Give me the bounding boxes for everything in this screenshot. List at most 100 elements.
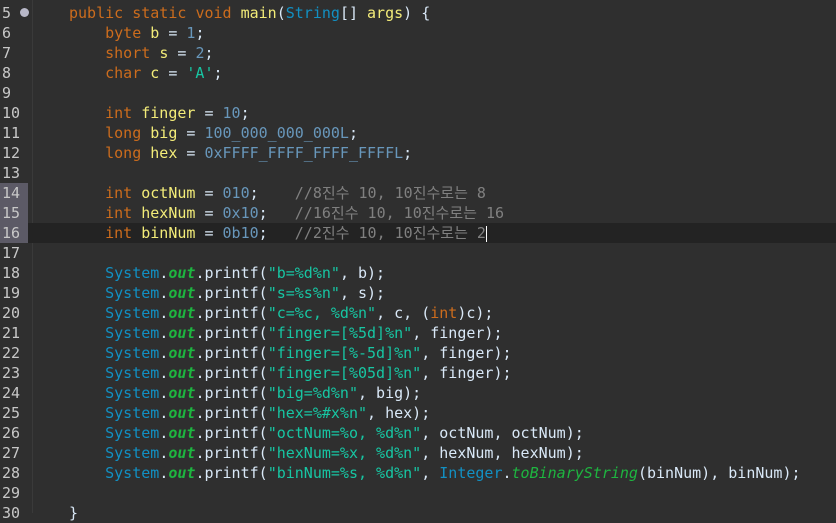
- code-token: .: [159, 324, 169, 342]
- code-line[interactable]: 26 System.out.printf("octNum=%o, %d%n", …: [0, 423, 836, 443]
- code-token: "finger=[%5d]%n": [267, 324, 413, 342]
- code-token: =: [177, 144, 205, 162]
- code-token: char: [105, 64, 142, 82]
- code-editor[interactable]: 5 public static void main(String[] args) …: [0, 0, 836, 522]
- code-token: //8진수 10, 10진수로는 8: [294, 184, 486, 202]
- code-line[interactable]: 6 byte b = 1;: [0, 23, 836, 43]
- code-text[interactable]: int octNum = 010; //8진수 10, 10진수로는 8: [69, 183, 486, 203]
- code-line[interactable]: 27 System.out.printf("hexNum=%x, %d%n", …: [0, 443, 836, 463]
- code-token: System: [105, 264, 160, 282]
- code-line[interactable]: 17: [0, 243, 836, 263]
- code-text[interactable]: System.out.printf("s=%s%n", s);: [69, 283, 385, 303]
- line-number: 15: [0, 203, 28, 223]
- code-token: int: [430, 304, 458, 322]
- code-token: out: [168, 444, 196, 462]
- line-number: 25: [2, 404, 21, 422]
- code-token: b: [150, 24, 160, 42]
- code-token: public: [69, 4, 124, 22]
- code-line[interactable]: 24 System.out.printf("big=%d%n", big);: [0, 383, 836, 403]
- code-token: out: [168, 404, 196, 422]
- code-text[interactable]: public static void main(String[] args) {: [69, 3, 430, 23]
- code-line[interactable]: 29: [0, 483, 836, 503]
- code-token: byte: [105, 24, 142, 42]
- code-token: String: [285, 4, 340, 22]
- code-token: int: [105, 184, 133, 202]
- override-marker-icon[interactable]: [20, 8, 29, 17]
- code-line[interactable]: 8 char c = 'A';: [0, 63, 836, 83]
- code-line[interactable]: 14 int octNum = 010; //8진수 10, 10진수로는 8: [0, 183, 836, 203]
- code-line[interactable]: 30}: [0, 503, 836, 523]
- code-token: printf(: [204, 424, 268, 442]
- code-text[interactable]: System.out.printf("hexNum=%x, %d%n", hex…: [69, 443, 584, 463]
- code-text[interactable]: }: [69, 503, 78, 523]
- code-token: =: [159, 64, 187, 82]
- code-token: out: [168, 304, 196, 322]
- code-text[interactable]: System.out.printf("hex=%#x%n", hex);: [69, 403, 430, 423]
- code-token: System: [105, 364, 160, 382]
- code-text[interactable]: System.out.printf("finger=[%5d]%n", fing…: [69, 323, 502, 343]
- code-text[interactable]: byte b = 1;: [69, 23, 204, 43]
- code-text[interactable]: System.out.printf("b=%d%n", b);: [69, 263, 385, 283]
- code-text[interactable]: int binNum = 0b10; //2진수 10, 10진수로는 2: [69, 223, 487, 243]
- code-line[interactable]: 28 System.out.printf("binNum=%s, %d%n", …: [0, 463, 836, 483]
- code-text[interactable]: System.out.printf("c=%c, %d%n", c, (int)…: [69, 303, 493, 323]
- code-text[interactable]: System.out.printf("octNum=%o, %d%n", oct…: [69, 423, 584, 443]
- code-line[interactable]: 7 short s = 2;: [0, 43, 836, 63]
- code-line[interactable]: 11 long big = 100_000_000_000L;: [0, 123, 836, 143]
- line-number: 21: [2, 324, 21, 342]
- code-line[interactable]: 23 System.out.printf("finger=[%05d]%n", …: [0, 363, 836, 383]
- code-line[interactable]: 5 public static void main(String[] args) …: [0, 3, 836, 23]
- code-text[interactable]: int finger = 10;: [69, 103, 250, 123]
- code-text[interactable]: char c = 'A';: [69, 63, 222, 83]
- code-token: printf(: [204, 384, 268, 402]
- code-text[interactable]: System.out.printf("finger=[%05d]%n", fin…: [69, 363, 511, 383]
- code-line[interactable]: 12 long hex = 0xFFFF_FFFF_FFFF_FFFFL;: [0, 143, 836, 163]
- code-line[interactable]: 22 System.out.printf("finger=[%-5d]%n", …: [0, 343, 836, 363]
- code-line[interactable]: 13: [0, 163, 836, 183]
- code-token: , hex);: [367, 404, 431, 422]
- code-token: "big=%d%n": [267, 384, 358, 402]
- line-number: 10: [2, 104, 21, 122]
- code-token: //16진수 10, 10진수로는 16: [294, 204, 505, 222]
- code-token: "hex=%#x%n": [267, 404, 368, 422]
- code-line[interactable]: 20 System.out.printf("c=%c, %d%n", c, (i…: [0, 303, 836, 323]
- code-text[interactable]: short s = 2;: [69, 43, 214, 63]
- code-token: 'A': [186, 64, 214, 82]
- code-line[interactable]: 19 System.out.printf("s=%s%n", s);: [0, 283, 836, 303]
- code-token: s: [159, 44, 169, 62]
- code-line[interactable]: 18 System.out.printf("b=%d%n", b);: [0, 263, 836, 283]
- code-line[interactable]: 9: [0, 83, 836, 103]
- code-line[interactable]: 21 System.out.printf("finger=[%5d]%n", f…: [0, 323, 836, 343]
- line-number: 9: [2, 84, 12, 102]
- code-token: binNum: [141, 224, 196, 242]
- code-token: System: [105, 324, 160, 342]
- line-number: 20: [2, 304, 21, 322]
- code-line[interactable]: 16 int binNum = 0b10; //2진수 10, 10진수로는 2: [0, 223, 836, 243]
- code-token: ;: [195, 24, 205, 42]
- line-number: 14: [0, 183, 28, 203]
- code-line[interactable]: 15 int hexNum = 0x10; //16진수 10, 10진수로는 …: [0, 203, 836, 223]
- code-token: "c=%c, %d%n": [267, 304, 377, 322]
- code-text[interactable]: System.out.printf("big=%d%n", big);: [69, 383, 421, 403]
- code-text[interactable]: long big = 100_000_000_000L;: [69, 123, 358, 143]
- code-token: , c, (: [376, 304, 431, 322]
- code-token: =: [195, 204, 223, 222]
- code-token: ;: [204, 44, 214, 62]
- code-token: System: [105, 444, 160, 462]
- code-line[interactable]: 10 int finger = 10;: [0, 103, 836, 123]
- code-text[interactable]: long hex = 0xFFFF_FFFF_FFFF_FFFFL;: [69, 143, 412, 163]
- code-token: int: [105, 204, 133, 222]
- code-token: big: [150, 124, 178, 142]
- code-line[interactable]: 25 System.out.printf("hex=%#x%n", hex);: [0, 403, 836, 423]
- line-number: 22: [2, 344, 21, 362]
- code-text[interactable]: System.out.printf("binNum=%s, %d%n", Int…: [69, 463, 800, 483]
- code-text[interactable]: int hexNum = 0x10; //16진수 10, 10진수로는 16: [69, 203, 504, 223]
- code-token: int: [105, 104, 133, 122]
- code-text[interactable]: System.out.printf("finger=[%-5d]%n", fin…: [69, 343, 511, 363]
- code-token: .: [159, 284, 169, 302]
